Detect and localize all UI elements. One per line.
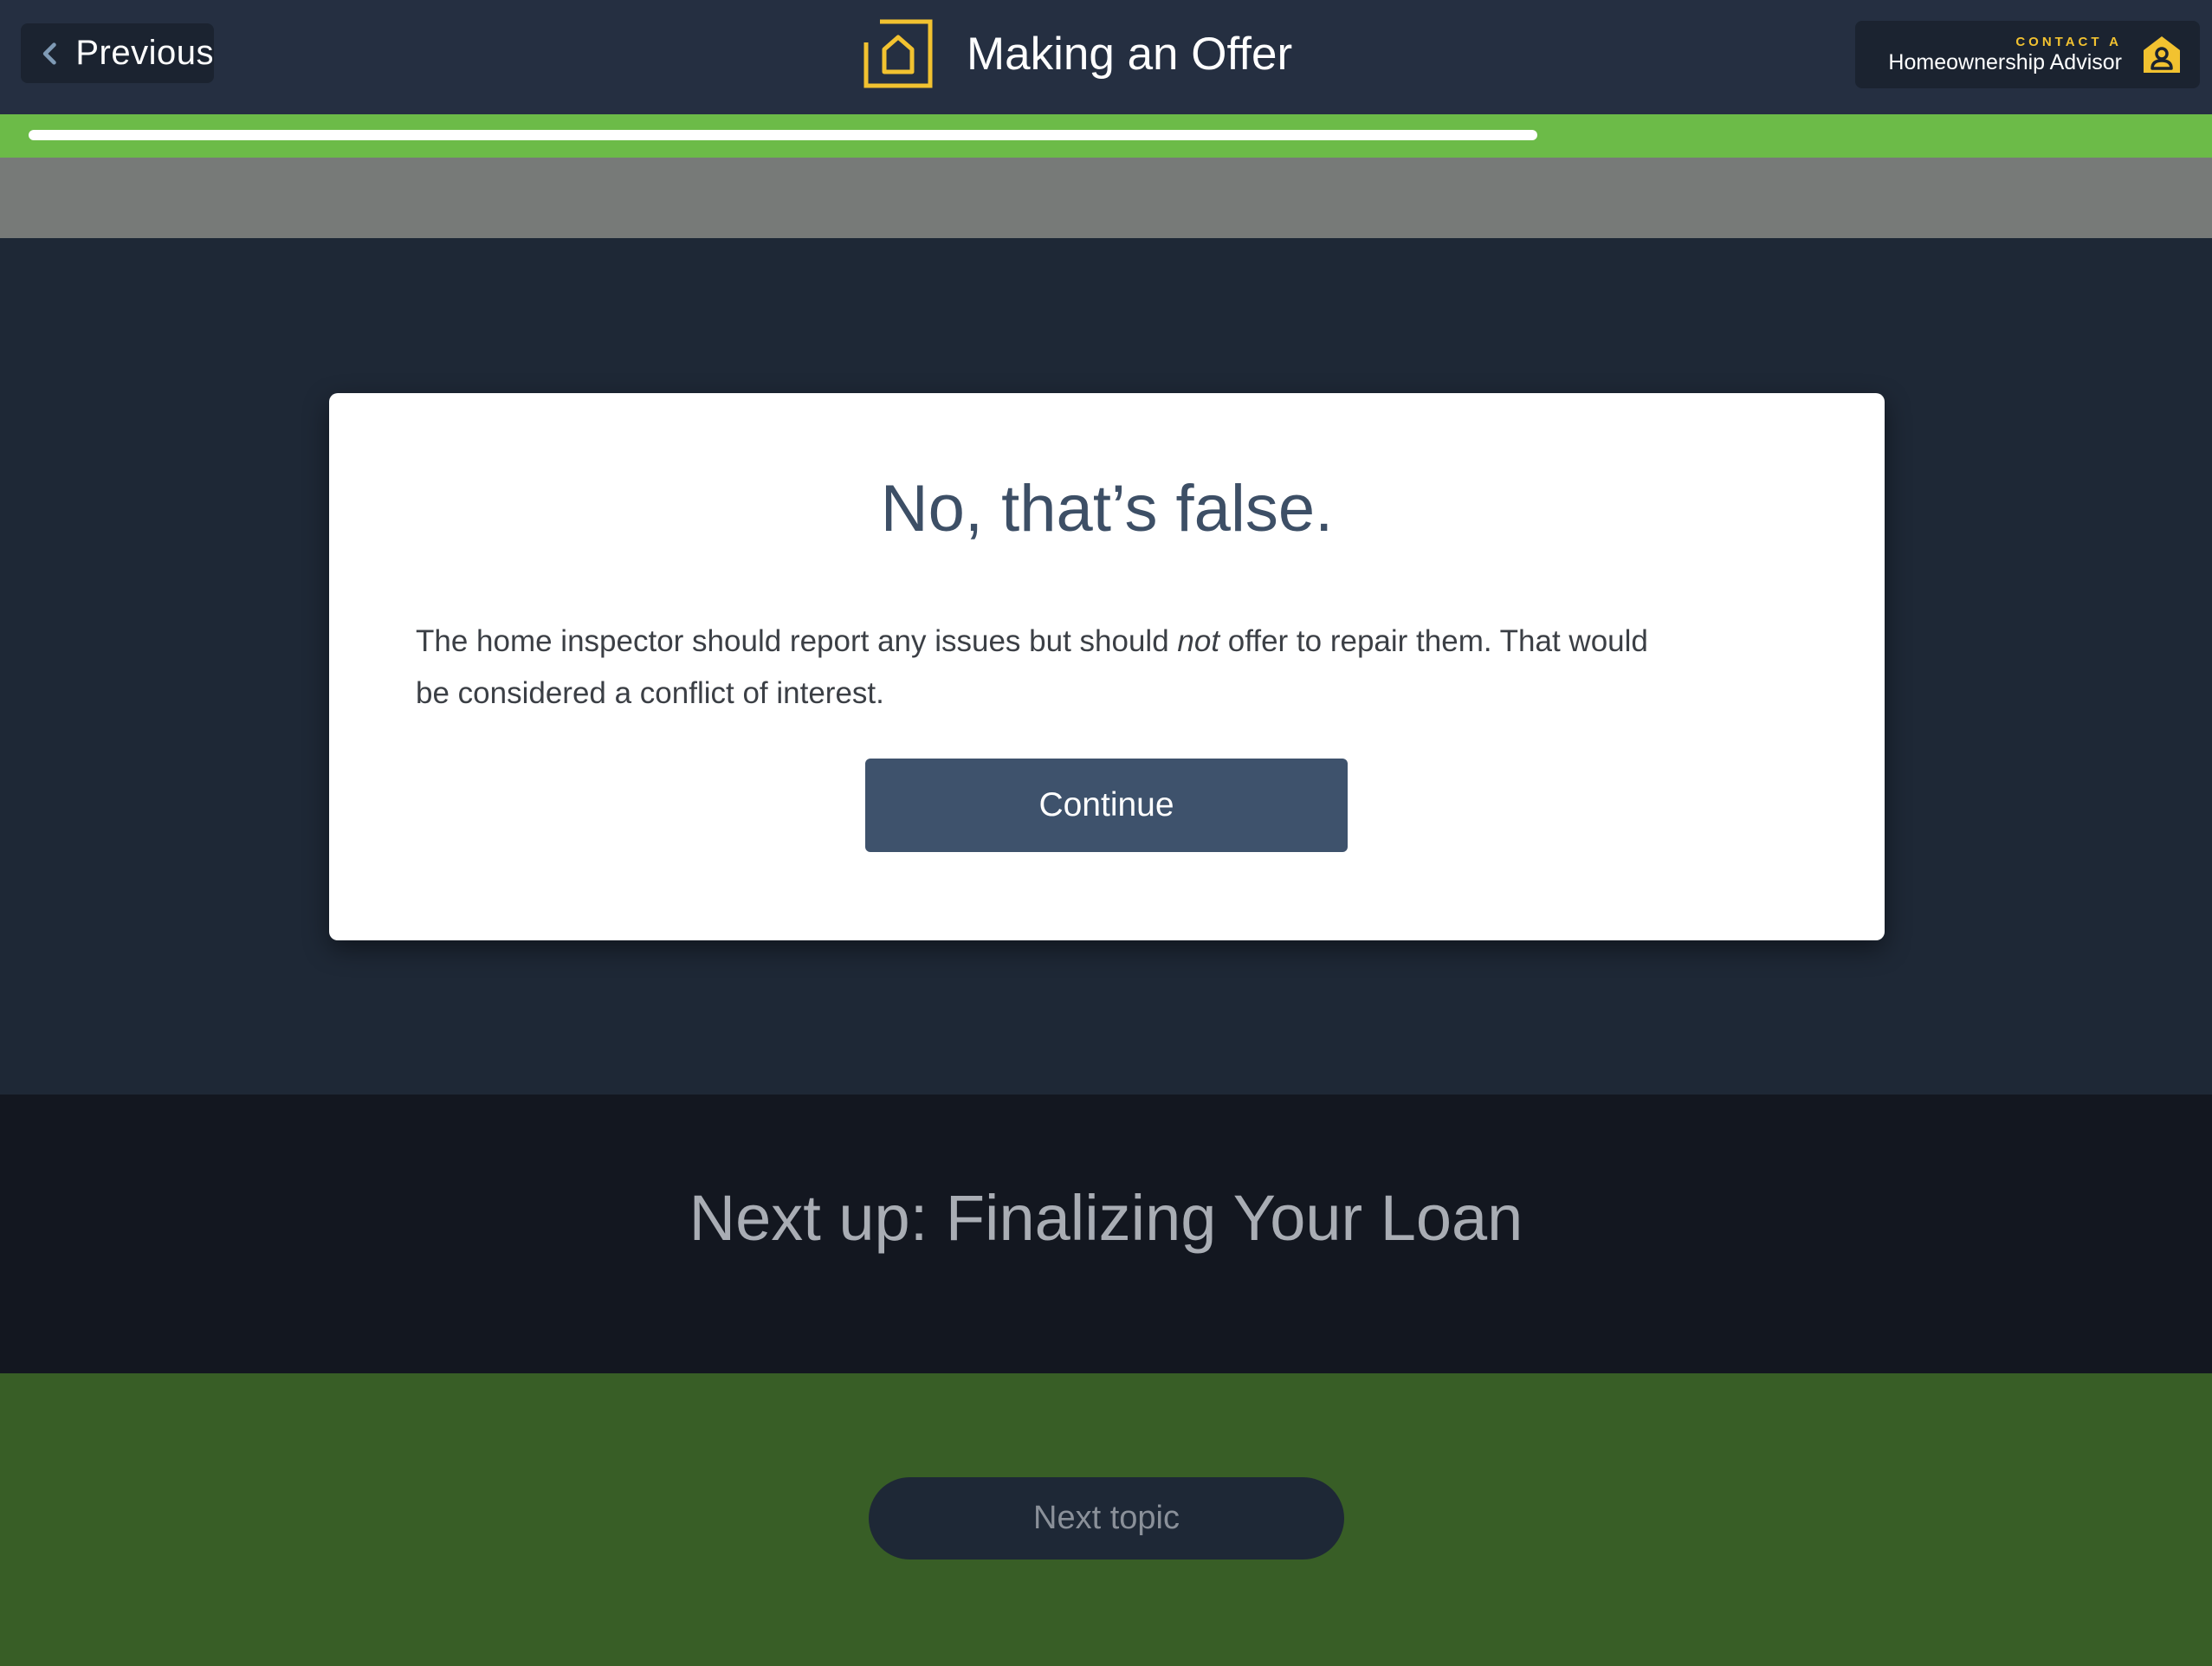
contact-advisor-button[interactable]: CONTACT A Homeownership Advisor	[1855, 21, 2200, 88]
page-title: Making an Offer	[967, 28, 1293, 80]
divider-band	[0, 158, 2212, 238]
next-up-section: Next up: Finalizing Your Loan	[0, 1095, 2212, 1373]
chevron-left-icon	[42, 42, 56, 65]
feedback-heading: No, that’s false.	[880, 472, 1334, 546]
advisor-person-icon	[2144, 36, 2180, 73]
next-topic-button[interactable]: Next topic	[869, 1477, 1344, 1559]
advisor-label: Homeownership Advisor	[1888, 50, 2122, 74]
continue-button[interactable]: Continue	[865, 759, 1348, 852]
progress-fill	[29, 130, 1537, 140]
previous-label: Previous	[75, 34, 214, 72]
feedback-text-emphasis: not	[1177, 624, 1220, 658]
top-bar: Previous Making an Offer CONTACT A Homeo…	[0, 0, 2212, 114]
house-logo-icon	[863, 19, 933, 88]
advisor-kicker: CONTACT A	[2015, 35, 2122, 49]
feedback-body: The home inspector should report any iss…	[416, 616, 1689, 720]
feedback-text-start: The home inspector should report any iss…	[416, 624, 1178, 658]
progress-bar	[0, 114, 2212, 158]
feedback-card: No, that’s false. The home inspector sho…	[329, 393, 1885, 940]
next-topic-section: Next topic	[0, 1373, 2212, 1666]
previous-button[interactable]: Previous	[21, 23, 214, 83]
brand: Making an Offer	[863, 17, 1292, 90]
next-up-heading: Next up: Finalizing Your Loan	[689, 1182, 1523, 1254]
